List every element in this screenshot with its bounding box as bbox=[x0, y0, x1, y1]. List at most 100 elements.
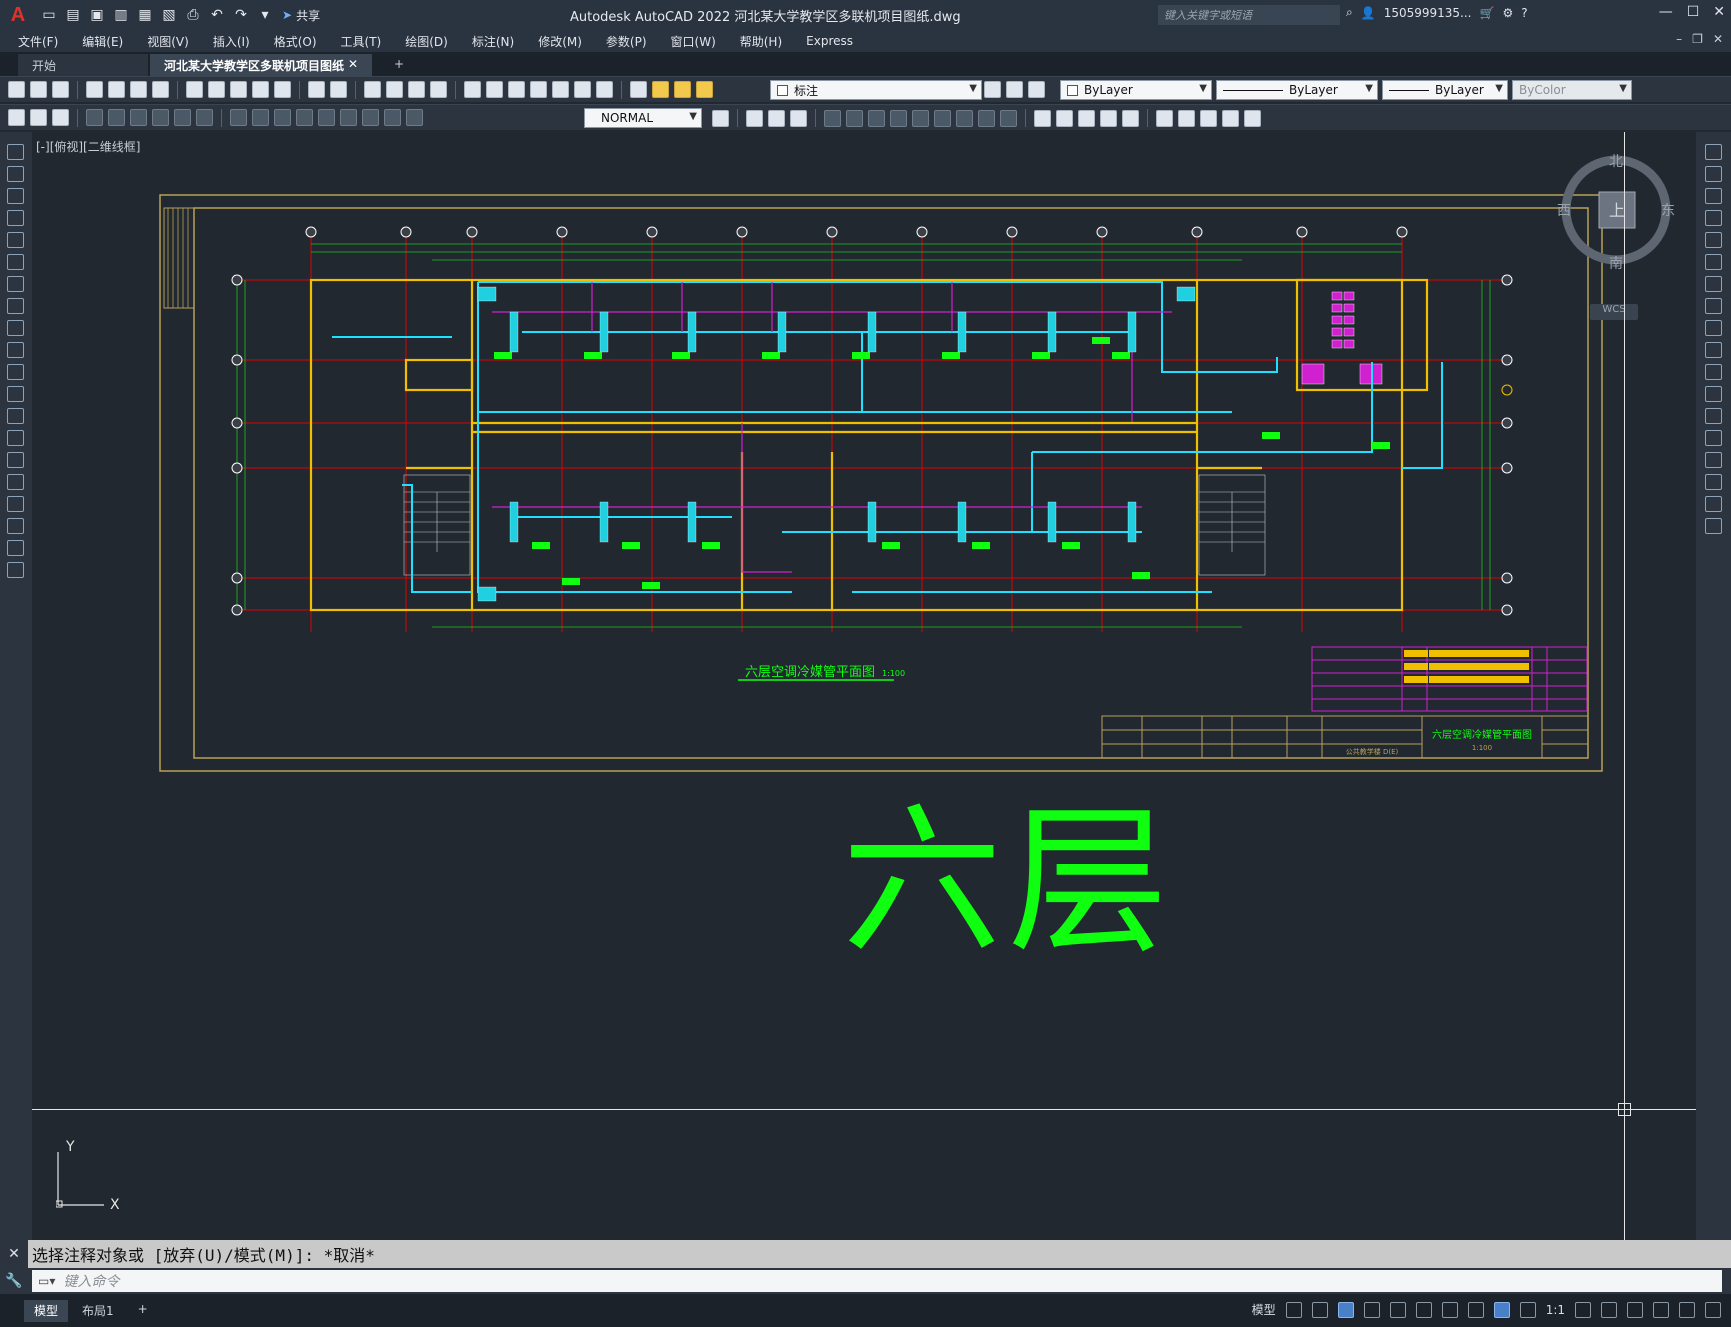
menu-item[interactable]: 编辑(E) bbox=[82, 33, 123, 50]
undo-tb-icon[interactable] bbox=[308, 81, 325, 98]
zoom-realtime-icon[interactable] bbox=[386, 81, 403, 98]
menu-item[interactable]: 帮助(H) bbox=[740, 33, 782, 50]
minimize-icon[interactable]: — bbox=[1659, 4, 1673, 20]
dim-edit-icon[interactable] bbox=[406, 109, 423, 126]
customize-status-icon[interactable] bbox=[1705, 1301, 1721, 1318]
layer-properties-icon[interactable] bbox=[630, 81, 647, 98]
break-side-icon[interactable] bbox=[1705, 408, 1722, 424]
wipeout-icon[interactable] bbox=[1244, 109, 1261, 127]
menu-item[interactable]: 插入(I) bbox=[213, 33, 250, 50]
dim-radius-icon[interactable] bbox=[130, 109, 147, 126]
copy-side-icon[interactable] bbox=[1705, 166, 1722, 182]
menu-item[interactable]: 视图(V) bbox=[147, 33, 189, 50]
workspace-gear-icon[interactable] bbox=[1575, 1301, 1591, 1318]
paste-icon[interactable] bbox=[230, 81, 247, 98]
user-name[interactable]: 1505999135... bbox=[1384, 6, 1472, 20]
layer-on-icon[interactable] bbox=[652, 81, 669, 98]
undo-icon[interactable]: ↶ bbox=[208, 6, 226, 24]
help-tb-icon[interactable] bbox=[596, 81, 613, 98]
layer-match-icon[interactable] bbox=[1006, 81, 1023, 98]
stretch-icon[interactable] bbox=[912, 109, 929, 127]
dim-angular-icon[interactable] bbox=[196, 109, 213, 126]
dim-linear-icon[interactable] bbox=[30, 109, 47, 126]
layer-freeze-icon[interactable] bbox=[674, 81, 691, 98]
mirror-side-icon[interactable] bbox=[1705, 188, 1722, 204]
drawing-canvas[interactable]: [-][俯视][二维线框] 六层空调冷媒管平面图 1:100 六层空调冷媒管平面… bbox=[32, 132, 1696, 1240]
menu-item[interactable]: 格式(O) bbox=[274, 33, 317, 50]
doc-close-icon[interactable]: ✕ bbox=[1713, 32, 1723, 46]
annotation-scale[interactable]: 1:1 bbox=[1546, 1303, 1565, 1317]
autodesk-app-icon[interactable]: ⚙ bbox=[1502, 6, 1513, 20]
model-space-label[interactable]: 模型 bbox=[1252, 1301, 1276, 1318]
fillet-side-icon[interactable] bbox=[1705, 474, 1722, 490]
command-input[interactable]: ▭▾ 键入命令 bbox=[32, 1270, 1722, 1292]
annotation-visibility-icon[interactable] bbox=[1493, 1301, 1510, 1318]
quick-properties-icon[interactable] bbox=[1653, 1301, 1669, 1318]
menu-item[interactable]: Express bbox=[806, 34, 853, 48]
point-icon[interactable] bbox=[7, 430, 24, 446]
cart-icon[interactable]: 🛒 bbox=[1479, 6, 1494, 20]
lineweight-combo[interactable]: ByLayer ▼ bbox=[1382, 80, 1508, 100]
autocad-logo-icon[interactable]: A bbox=[0, 0, 36, 30]
layer-combo[interactable]: 标注 ▼ bbox=[770, 80, 982, 100]
zoom-previous-icon[interactable] bbox=[430, 81, 447, 98]
pan-icon[interactable] bbox=[364, 81, 381, 98]
erase-icon[interactable] bbox=[1100, 109, 1117, 127]
dim-arc-icon[interactable] bbox=[86, 109, 103, 126]
extend-side-icon[interactable] bbox=[1705, 364, 1722, 380]
menu-item[interactable]: 工具(T) bbox=[341, 33, 382, 50]
save-icon[interactable]: ▣ bbox=[88, 6, 106, 24]
share-button[interactable]: ➤ 共享 bbox=[282, 7, 320, 24]
group-icon[interactable] bbox=[1156, 109, 1173, 127]
layer-previous-icon[interactable] bbox=[1028, 81, 1045, 98]
menu-item[interactable]: 绘图(D) bbox=[405, 33, 448, 50]
wcs-menu[interactable]: WCS bbox=[1590, 304, 1638, 320]
make-block-icon[interactable] bbox=[7, 408, 24, 424]
add-selected-icon[interactable] bbox=[7, 562, 24, 578]
menu-item[interactable]: 修改(M) bbox=[538, 33, 582, 50]
region-icon[interactable] bbox=[7, 496, 24, 512]
move-icon[interactable] bbox=[846, 109, 863, 127]
menu-item[interactable]: 窗口(W) bbox=[671, 33, 716, 50]
tab-start[interactable]: 开始 bbox=[18, 54, 148, 76]
erase-side-icon[interactable] bbox=[1705, 144, 1722, 160]
design-center-icon[interactable] bbox=[486, 81, 503, 98]
polar-icon[interactable] bbox=[1363, 1301, 1380, 1318]
osnap-icon[interactable] bbox=[1441, 1301, 1458, 1318]
tab-document[interactable]: 河北某大学教学区多联机项目图纸* ✕ bbox=[150, 54, 372, 88]
units-icon[interactable] bbox=[1627, 1301, 1643, 1318]
annotation-monitor-icon[interactable] bbox=[1601, 1301, 1617, 1318]
trim-side-icon[interactable] bbox=[1705, 342, 1722, 358]
scale-side-icon[interactable] bbox=[1705, 298, 1722, 314]
match-prop-icon[interactable] bbox=[252, 81, 269, 98]
menu-item[interactable]: 文件(F) bbox=[18, 33, 58, 50]
polygon-icon[interactable] bbox=[7, 210, 24, 226]
command-prompt-icon[interactable]: ▭▾ bbox=[38, 1274, 55, 1288]
hatch-icon[interactable] bbox=[7, 452, 24, 468]
isodraft-icon[interactable] bbox=[1415, 1301, 1432, 1318]
tool-palettes-icon[interactable] bbox=[508, 81, 525, 98]
tolerance-icon[interactable] bbox=[318, 109, 335, 126]
zoom-window-icon[interactable] bbox=[408, 81, 425, 98]
break-point-icon[interactable] bbox=[1705, 386, 1722, 402]
spline-icon[interactable] bbox=[7, 320, 24, 336]
keyword-search-input[interactable]: 键入关键字或短语 bbox=[1158, 5, 1340, 25]
inspect-icon[interactable] bbox=[362, 109, 379, 126]
dim-continue-icon[interactable] bbox=[252, 109, 269, 126]
ellipse-icon[interactable] bbox=[7, 342, 24, 358]
dimstyle-combo[interactable]: NORMAL ▼ bbox=[584, 108, 702, 128]
construction-line-icon[interactable] bbox=[7, 166, 24, 182]
explode-icon[interactable] bbox=[1078, 109, 1095, 127]
dim-ordinate-icon[interactable] bbox=[108, 109, 125, 126]
menu-item[interactable]: 参数(P) bbox=[606, 33, 647, 50]
new-file-icon[interactable]: ▭ bbox=[40, 6, 58, 24]
revcloud-icon[interactable] bbox=[7, 298, 24, 314]
redo-tb-icon[interactable] bbox=[330, 81, 347, 98]
customize-qa-icon[interactable]: ▾ bbox=[256, 6, 274, 24]
sheet-set-icon[interactable] bbox=[530, 81, 547, 98]
tab-layout1[interactable]: 布局1 bbox=[72, 1300, 124, 1322]
clean-screen-icon[interactable] bbox=[1679, 1301, 1695, 1318]
break-icon[interactable] bbox=[978, 109, 995, 127]
3d-print-icon[interactable] bbox=[152, 81, 169, 98]
help-icon[interactable]: ? bbox=[1521, 6, 1527, 20]
